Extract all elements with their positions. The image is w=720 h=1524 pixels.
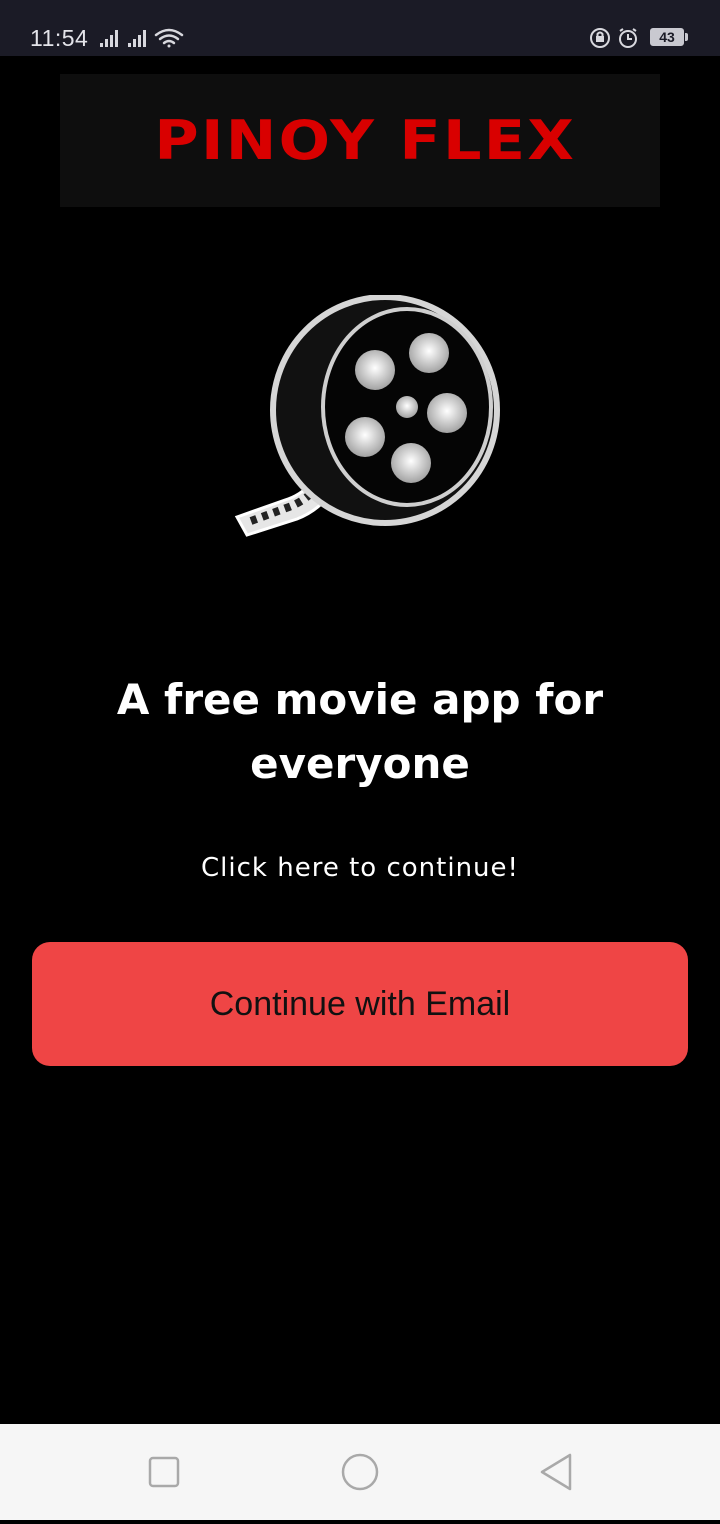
status-time: 11:54	[30, 25, 89, 51]
battery-level: 43	[659, 29, 675, 45]
lock-rotation-icon	[590, 28, 610, 48]
recents-square-icon	[148, 1456, 180, 1488]
recents-button[interactable]	[114, 1424, 214, 1520]
navigation-bar	[0, 1424, 720, 1520]
status-right-icons	[590, 28, 637, 48]
signal-icon	[128, 30, 146, 47]
film-reel-icon	[234, 295, 500, 537]
signal-icon	[100, 30, 118, 47]
home-button[interactable]	[310, 1424, 410, 1520]
battery-icon: 43	[650, 28, 684, 46]
alarm-icon	[619, 28, 637, 48]
home-circle-icon	[341, 1453, 379, 1491]
app-logo: PINOY FLEX	[154, 109, 576, 172]
continue-with-email-label: Continue with Email	[209, 984, 511, 1023]
back-triangle-icon	[540, 1453, 572, 1491]
status-bar: 11:54 43	[0, 0, 720, 56]
back-button[interactable]	[506, 1424, 606, 1520]
continue-with-email-button[interactable]: Continue with Email	[32, 942, 688, 1066]
headline: A free movie app for everyone	[116, 675, 604, 788]
status-left-icons	[100, 28, 184, 48]
logo-banner: PINOY FLEX	[60, 74, 660, 207]
continue-hint[interactable]: Click here to continue!	[60, 850, 660, 886]
wifi-icon	[154, 28, 184, 48]
battery-tip	[685, 33, 688, 41]
